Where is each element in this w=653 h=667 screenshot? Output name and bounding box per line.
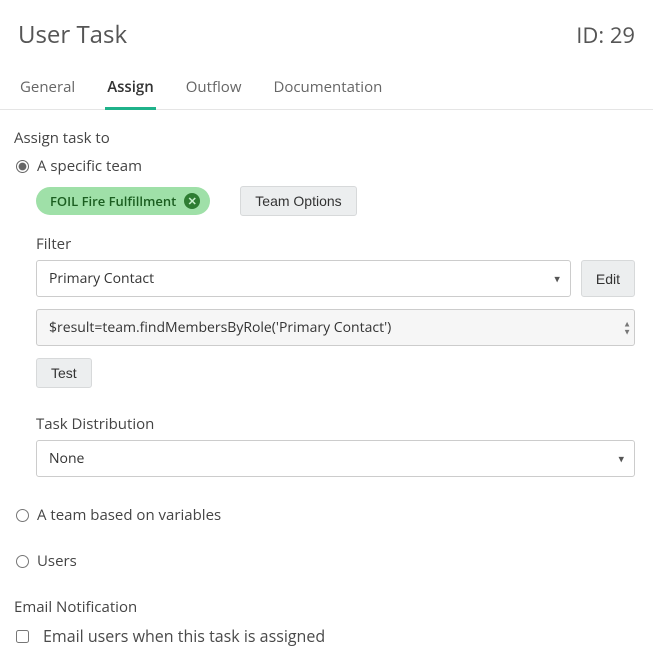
radio-row-variables: A team based on variables [16, 505, 639, 525]
email-checkbox[interactable] [16, 630, 29, 643]
radio-variables[interactable] [16, 509, 29, 522]
tab-documentation[interactable]: Documentation [271, 69, 384, 110]
edit-filter-button[interactable]: Edit [581, 260, 635, 297]
radio-specific-team[interactable] [16, 160, 29, 173]
assign-to-label: Assign task to [14, 128, 639, 148]
task-id: ID: 29 [576, 20, 635, 50]
radio-users[interactable] [16, 555, 29, 568]
page-title: User Task [18, 18, 127, 51]
radio-specific-team-label: A specific team [37, 156, 142, 176]
radio-users-label: Users [37, 551, 77, 571]
team-chip: FOIL Fire Fulfillment ✕ [36, 187, 210, 215]
tab-assign[interactable]: Assign [105, 69, 156, 110]
test-button[interactable]: Test [36, 358, 92, 388]
spinner-down-icon[interactable]: ▼ [623, 328, 631, 335]
tab-general[interactable]: General [18, 69, 77, 110]
team-options-button[interactable]: Team Options [240, 186, 356, 216]
code-spinner: ▲ ▼ [623, 320, 631, 335]
tab-content: Assign task to A specific team FOIL Fire… [0, 110, 653, 667]
radio-variables-label: A team based on variables [37, 505, 221, 525]
task-distribution-label: Task Distribution [36, 414, 635, 434]
tab-bar: General Assign Outflow Documentation [0, 69, 653, 110]
panel-header: User Task ID: 29 [0, 0, 653, 59]
email-notification-label: Email Notification [14, 597, 639, 617]
filter-select[interactable]: Primary Contact [36, 260, 571, 297]
radio-row-specific-team: A specific team [16, 156, 639, 176]
tab-outflow[interactable]: Outflow [184, 69, 244, 110]
email-checkbox-row: Email users when this task is assigned [16, 625, 639, 647]
task-distribution-select[interactable]: None [36, 440, 635, 477]
filter-label: Filter [36, 234, 635, 254]
filter-section: Filter Primary Contact Edit ▲ ▼ Test Tas… [36, 234, 635, 477]
filter-select-wrap: Primary Contact [36, 260, 571, 297]
team-chip-row: FOIL Fire Fulfillment ✕ Team Options [36, 186, 639, 216]
remove-team-icon[interactable]: ✕ [184, 193, 200, 209]
team-chip-label: FOIL Fire Fulfillment [50, 192, 176, 210]
filter-code-input[interactable] [36, 309, 635, 346]
radio-row-users: Users [16, 551, 639, 571]
filter-code-wrap: ▲ ▼ [36, 309, 635, 346]
email-checkbox-label: Email users when this task is assigned [43, 625, 325, 647]
task-distribution-select-wrap: None [36, 440, 635, 477]
